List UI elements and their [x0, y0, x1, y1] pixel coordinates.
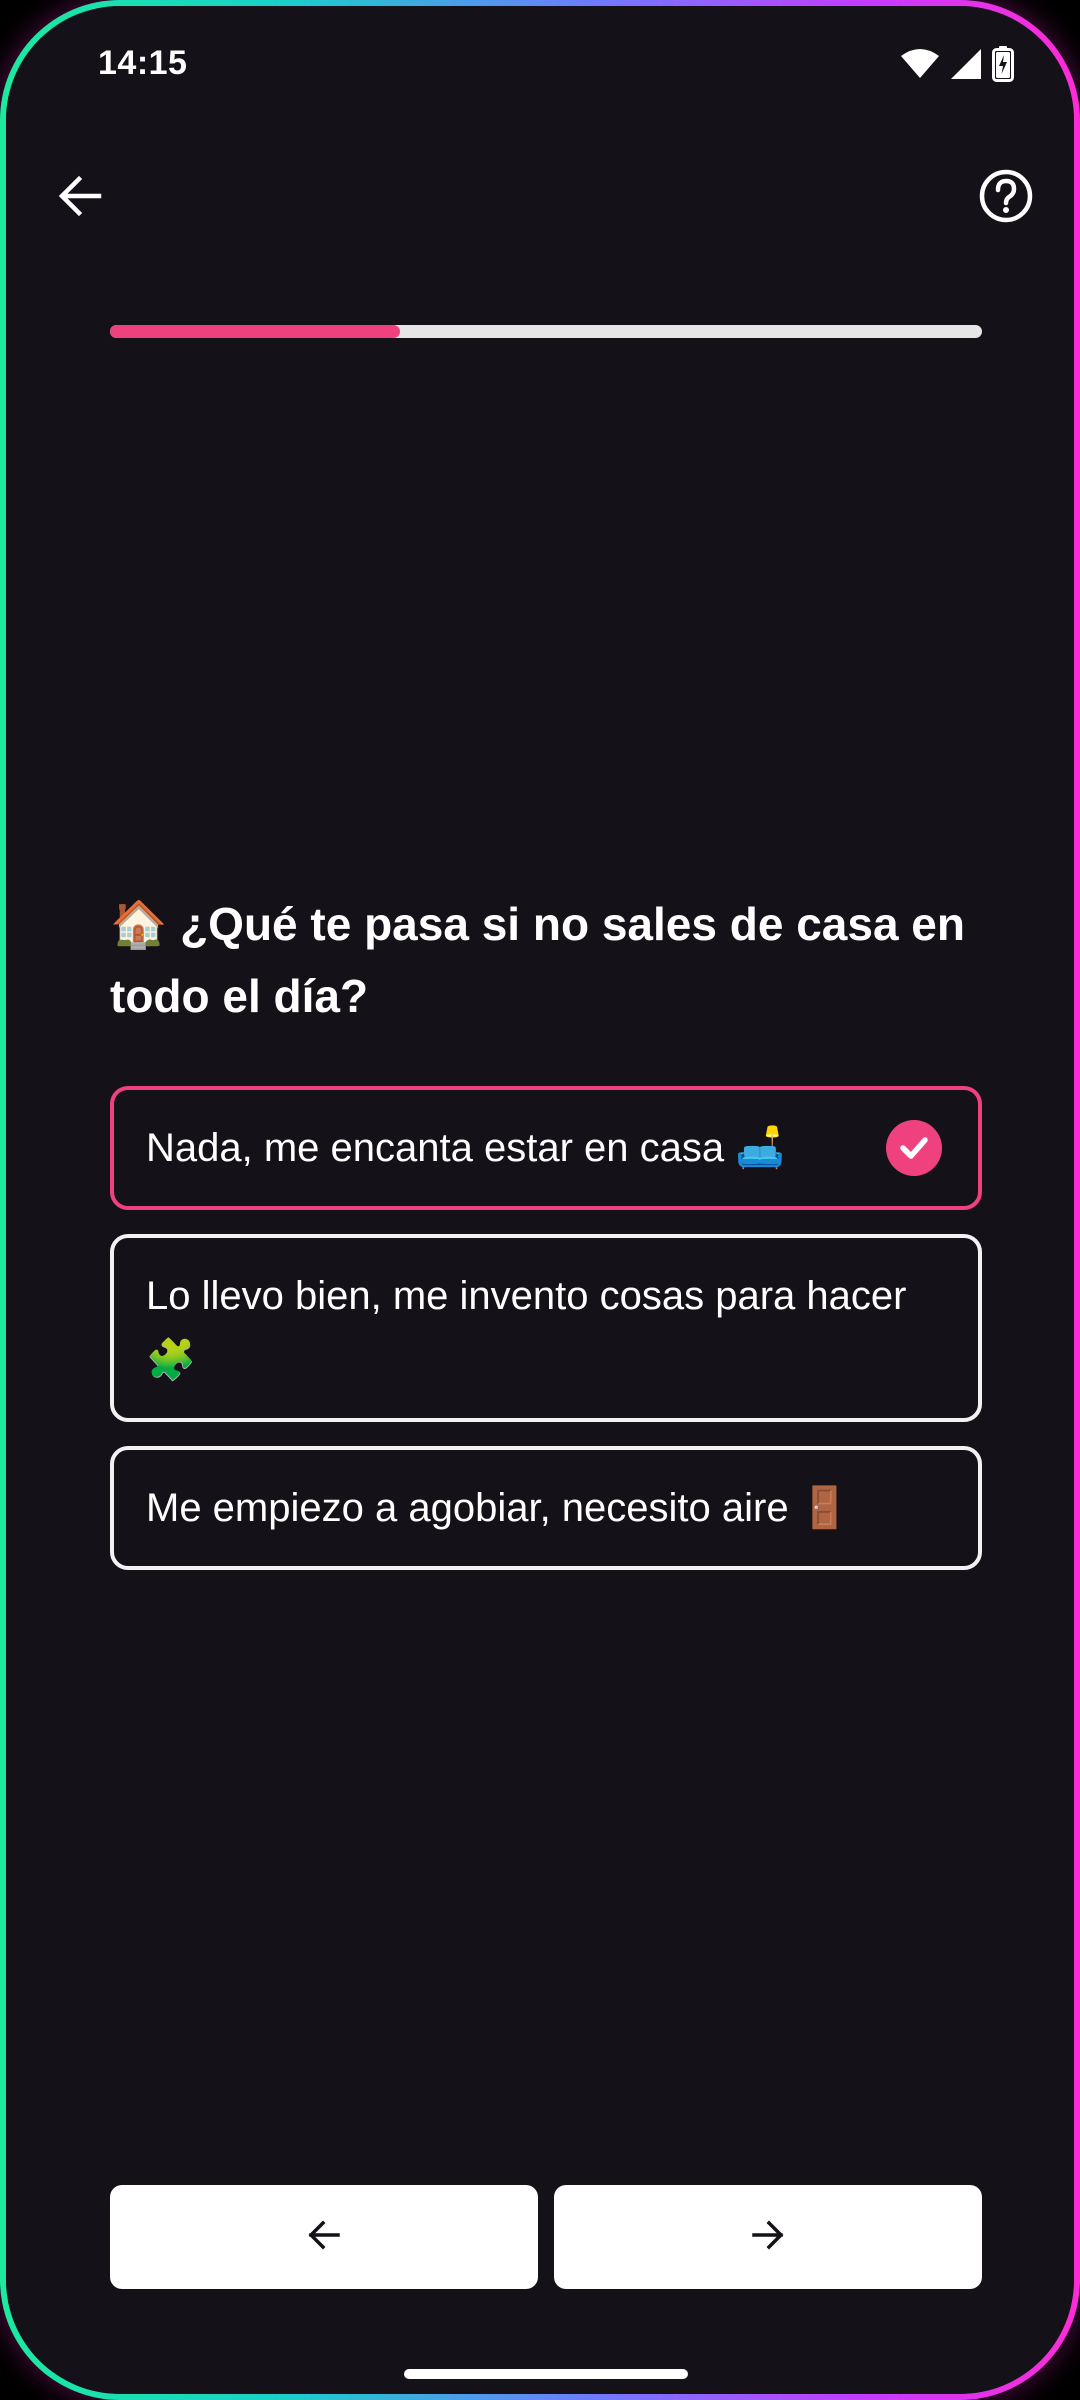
- answer-options: Nada, me encanta estar en casa 🛋️ Lo lle…: [110, 1086, 982, 1594]
- screen: 14:15 🏠 ¿Qué te pasa si no sales de casa…: [6, 6, 1074, 2394]
- arrow-left-icon: [306, 2217, 342, 2258]
- previous-button[interactable]: [110, 2185, 538, 2289]
- progress-bar: [110, 325, 982, 338]
- option-label: Lo llevo bien, me invento cosas para hac…: [146, 1274, 907, 1382]
- option-2[interactable]: Lo llevo bien, me invento cosas para hac…: [110, 1234, 982, 1422]
- device-frame: 14:15 🏠 ¿Qué te pasa si no sales de casa…: [0, 0, 1080, 2400]
- status-time: 14:15: [98, 44, 188, 82]
- progress-fill: [110, 325, 401, 338]
- next-button[interactable]: [554, 2185, 982, 2289]
- wifi-icon: [900, 48, 940, 80]
- signal-icon: [950, 48, 982, 80]
- status-icons: [900, 46, 1014, 82]
- check-circle-icon: [886, 1120, 942, 1176]
- option-label: Me empiezo a agobiar, necesito aire 🚪: [146, 1486, 850, 1530]
- home-indicator[interactable]: [404, 2369, 688, 2379]
- help-circle-icon: [978, 168, 1034, 229]
- help-button[interactable]: [976, 168, 1036, 228]
- back-button[interactable]: [50, 168, 110, 228]
- question-emoji: 🏠: [110, 898, 168, 950]
- arrow-right-icon: [750, 2217, 786, 2258]
- option-1[interactable]: Nada, me encanta estar en casa 🛋️: [110, 1086, 982, 1210]
- option-label: Nada, me encanta estar en casa 🛋️: [146, 1126, 786, 1170]
- option-3[interactable]: Me empiezo a agobiar, necesito aire 🚪: [110, 1446, 982, 1570]
- question-title: 🏠 ¿Qué te pasa si no sales de casa en to…: [110, 888, 990, 1032]
- battery-charging-icon: [992, 46, 1014, 82]
- arrow-left-icon: [57, 173, 103, 224]
- question-text: ¿Qué te pasa si no sales de casa en todo…: [110, 898, 965, 1022]
